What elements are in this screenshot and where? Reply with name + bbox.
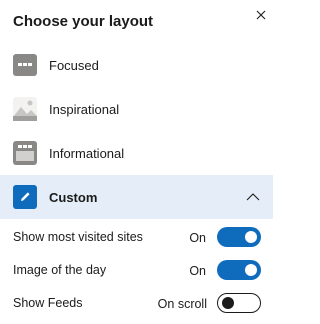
layout-option-focused[interactable]: Focused xyxy=(0,43,273,87)
setting-show-feeds: Show Feeds On scroll xyxy=(0,289,273,319)
image-of-the-day-toggle[interactable] xyxy=(217,260,261,280)
setting-value: On scroll xyxy=(157,297,207,311)
layout-option-custom[interactable]: Custom xyxy=(0,175,273,219)
setting-show-most-visited-sites: Show most visited sites On xyxy=(0,223,273,253)
chevron-up-icon[interactable] xyxy=(245,191,261,203)
show-feeds-toggle[interactable] xyxy=(217,293,261,313)
informational-layout-icon xyxy=(13,141,37,165)
layout-option-inspirational[interactable]: Inspirational xyxy=(0,87,273,131)
setting-label: Image of the day xyxy=(13,263,107,277)
layout-option-label: Informational xyxy=(49,145,125,161)
panel-title: Choose your layout xyxy=(13,13,154,30)
layout-option-label: Custom xyxy=(49,189,98,205)
close-icon[interactable] xyxy=(256,10,266,20)
layout-option-label: Focused xyxy=(49,57,99,73)
setting-value: On xyxy=(189,264,206,278)
setting-label: Show most visited sites xyxy=(13,230,143,244)
toggle-knob xyxy=(222,296,234,309)
setting-value: On xyxy=(189,231,206,245)
setting-image-of-the-day: Image of the day On xyxy=(0,256,273,286)
close-button[interactable] xyxy=(251,5,271,25)
focused-layout-icon xyxy=(13,53,37,77)
toggle-knob xyxy=(245,231,257,243)
inspirational-image-icon xyxy=(13,97,37,121)
most-visited-sites-toggle[interactable] xyxy=(217,227,261,247)
layout-option-informational[interactable]: Informational xyxy=(0,131,273,175)
pencil-icon xyxy=(13,185,37,209)
setting-label: Show Feeds xyxy=(13,296,83,310)
toggle-knob xyxy=(245,264,257,276)
layout-option-label: Inspirational xyxy=(49,101,120,117)
